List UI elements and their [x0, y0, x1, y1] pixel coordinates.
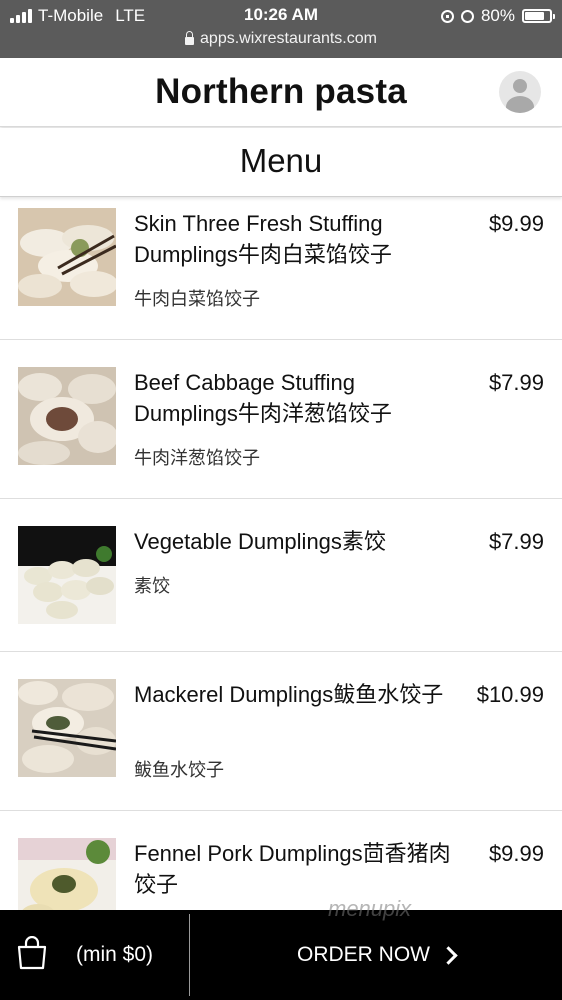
- item-name: Fennel Pork Dumplings茴香猪肉饺子: [134, 841, 451, 897]
- item-price: $9.99: [488, 841, 544, 866]
- rotation-lock-icon: [440, 9, 454, 23]
- order-now-button[interactable]: ORDER NOW: [297, 943, 458, 967]
- item-description: 鲅鱼水饺子: [134, 760, 224, 780]
- menu-item[interactable]: Beef Cabbage Stuffing Dumplings牛肉洋葱馅饺子 $…: [0, 340, 562, 499]
- item-price: $10.99: [476, 682, 544, 707]
- dumplings-photo-icon: [18, 838, 116, 910]
- dumplings-photo-icon: [18, 679, 116, 777]
- minimum-order-label: (min $0): [76, 943, 154, 966]
- watermark: menupix: [328, 896, 412, 921]
- item-name: Beef Cabbage Stuffing Dumplings牛肉洋葱馅饺子: [134, 370, 392, 426]
- item-price: $7.99: [488, 370, 544, 395]
- app-header: Northern pasta: [0, 58, 562, 127]
- item-price: $9.99: [488, 211, 544, 236]
- url-text: apps.wixrestaurants.com: [200, 30, 377, 47]
- menu-title: Menu: [239, 142, 323, 179]
- item-name: Skin Three Fresh Stuffing Dumplings牛肉白菜馅…: [134, 211, 392, 267]
- item-description: 牛肉白菜馅饺子: [134, 289, 260, 309]
- order-now-label: ORDER NOW: [297, 943, 430, 966]
- order-bar: (min $0) ORDER NOW: [0, 910, 562, 1000]
- menu-item[interactable]: Vegetable Dumplings素饺 $7.99 素饺: [0, 499, 562, 652]
- menu-item[interactable]: Mackerel Dumplings鲅鱼水饺子 $10.99 鲅鱼水饺子: [0, 652, 562, 811]
- menu-items-list: Skin Three Fresh Stuffing Dumplings牛肉白菜馅…: [0, 197, 562, 910]
- divider: [189, 914, 190, 996]
- battery-icon: [522, 9, 555, 23]
- battery-percent: 80%: [480, 6, 515, 25]
- lock-icon: [185, 31, 195, 45]
- menu-section-header[interactable]: Menu: [0, 128, 562, 197]
- item-name: Vegetable Dumplings素饺: [134, 529, 386, 554]
- menu-item[interactable]: Fennel Pork Dumplings茴香猪肉饺子 $9.99: [0, 811, 562, 910]
- item-description: 素饺: [134, 576, 170, 596]
- status-bar: T-Mobile LTE 10:26 AM 80% apps.wixrestau…: [0, 0, 562, 58]
- item-description: 牛肉洋葱馅饺子: [134, 448, 260, 468]
- dumplings-photo-icon: [18, 208, 116, 306]
- menu-item[interactable]: Skin Three Fresh Stuffing Dumplings牛肉白菜馅…: [0, 197, 562, 340]
- dumplings-photo-icon: [18, 367, 116, 465]
- dumplings-photo-icon: [18, 526, 116, 624]
- status-right: 80%: [440, 5, 555, 27]
- restaurant-title: Northern pasta: [155, 72, 407, 111]
- item-name: Mackerel Dumplings鲅鱼水饺子: [134, 682, 444, 707]
- chevron-right-icon: [439, 945, 458, 965]
- alarm-icon: [460, 9, 474, 23]
- address-bar[interactable]: apps.wixrestaurants.com: [0, 30, 562, 48]
- shopping-bag-icon[interactable]: [16, 936, 48, 970]
- item-price: $7.99: [488, 529, 544, 554]
- user-avatar-icon[interactable]: [499, 71, 541, 113]
